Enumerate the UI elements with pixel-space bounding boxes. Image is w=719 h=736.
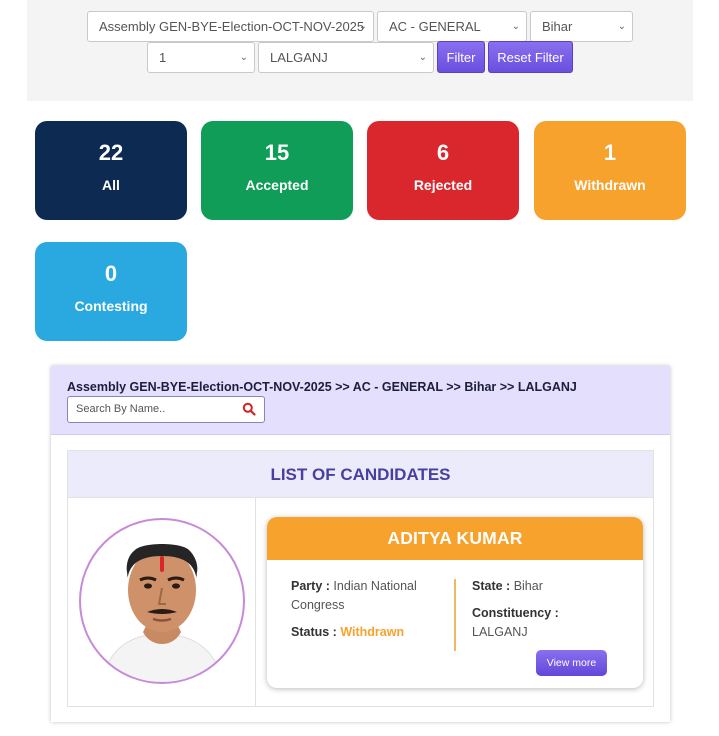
candidate-photo bbox=[79, 518, 245, 684]
reset-filter-button[interactable]: Reset Filter bbox=[488, 41, 573, 73]
column-divider bbox=[454, 579, 456, 651]
summary-label: All bbox=[102, 177, 120, 193]
constituency-label: Constituency : bbox=[472, 606, 559, 620]
candidate-table: LIST OF CANDIDATES ADITYA KUMAR Party: … bbox=[67, 450, 654, 707]
filter-button[interactable]: Filter bbox=[437, 41, 485, 73]
summary-label: Rejected bbox=[413, 177, 473, 193]
election-select[interactable]: Assembly GEN-BYE-Election-OCT-NOV-2025 ⌄ bbox=[87, 11, 374, 42]
summary-count: 6 bbox=[436, 140, 450, 165]
chevron-down-icon: ⌄ bbox=[418, 52, 427, 63]
list-header: Assembly GEN-BYE-Election-OCT-NOV-2025 >… bbox=[51, 366, 670, 435]
candidate-name: ADITYA KUMAR bbox=[267, 517, 643, 560]
status-value: Withdrawn bbox=[340, 625, 405, 639]
summary-card-withdrawn[interactable]: 1 Withdrawn bbox=[534, 121, 686, 220]
summary-count: 15 bbox=[264, 140, 290, 165]
state-select[interactable]: Bihar ⌄ bbox=[530, 11, 633, 42]
state-select-value: Bihar bbox=[542, 19, 573, 34]
candidate-card: ADITYA KUMAR Party : Indian National Con… bbox=[267, 517, 643, 688]
summary-label: Accepted bbox=[245, 177, 309, 193]
election-select-value: Assembly GEN-BYE-Election-OCT-NOV-2025 bbox=[99, 19, 365, 34]
search-box[interactable]: Search By Name.. bbox=[67, 396, 265, 423]
constituency-type-value: AC - GENERAL bbox=[389, 19, 481, 34]
search-input[interactable]: Search By Name.. bbox=[76, 403, 165, 415]
constituency-field: Constituency : LALGANJ bbox=[472, 604, 622, 642]
party-label: Party : bbox=[291, 579, 330, 593]
status-field: Status : Withdrawn bbox=[291, 623, 441, 642]
summary-count: 0 bbox=[104, 261, 118, 286]
state-label: State : bbox=[472, 579, 511, 593]
state-value: Bihar bbox=[513, 579, 543, 593]
summary-card-accepted[interactable]: 15 Accepted bbox=[201, 121, 353, 220]
summary-card-contesting[interactable]: 0 Contesting bbox=[35, 242, 187, 341]
ac-number-value: 1 bbox=[159, 50, 167, 65]
filter-panel: Assembly GEN-BYE-Election-OCT-NOV-2025 ⌄… bbox=[27, 0, 693, 101]
chevron-down-icon: ⌄ bbox=[239, 52, 248, 63]
summary-count: 1 bbox=[603, 140, 617, 165]
party-field: Party : Indian National Congress bbox=[291, 577, 441, 615]
summary-label: Withdrawn bbox=[574, 177, 646, 193]
constituency-value: LALGANJ bbox=[472, 625, 528, 639]
constituency-type-select[interactable]: AC - GENERAL ⌄ bbox=[377, 11, 527, 42]
chevron-down-icon: ⌄ bbox=[617, 21, 626, 32]
status-label: Status : bbox=[291, 625, 337, 639]
summary-card-rejected[interactable]: 6 Rejected bbox=[367, 121, 519, 220]
search-icon[interactable] bbox=[242, 402, 256, 416]
breadcrumb: Assembly GEN-BYE-Election-OCT-NOV-2025 >… bbox=[67, 380, 577, 394]
chevron-down-icon: ⌄ bbox=[358, 21, 367, 32]
state-field: State : Bihar bbox=[472, 577, 622, 596]
photo-cell bbox=[68, 498, 256, 706]
list-title: LIST OF CANDIDATES bbox=[68, 451, 653, 498]
summary-label: Contesting bbox=[74, 298, 148, 314]
summary-card-all[interactable]: 22 All bbox=[35, 121, 187, 220]
view-more-button[interactable]: View more bbox=[536, 650, 607, 676]
summary-count: 22 bbox=[98, 140, 124, 165]
chevron-down-icon: ⌄ bbox=[511, 21, 520, 32]
candidate-list-panel: Assembly GEN-BYE-Election-OCT-NOV-2025 >… bbox=[51, 366, 670, 722]
constituency-select[interactable]: LALGANJ ⌄ bbox=[258, 42, 434, 73]
constituency-select-value: LALGANJ bbox=[270, 50, 328, 65]
ac-number-select[interactable]: 1 ⌄ bbox=[147, 42, 255, 73]
